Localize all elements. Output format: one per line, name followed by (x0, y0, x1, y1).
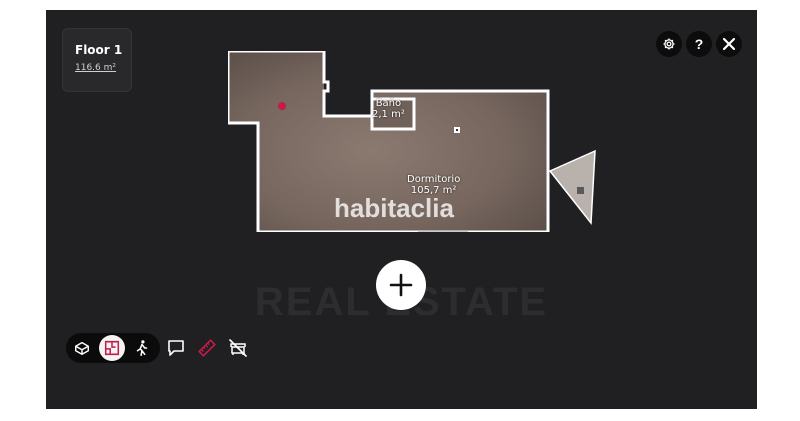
close-button[interactable] (716, 31, 742, 57)
settings-icon (663, 38, 675, 50)
room-area: 2,1 m² (372, 109, 405, 120)
floor-selector[interactable]: Floor 1 116.6 m² (62, 28, 132, 92)
measure-icon (198, 339, 216, 357)
help-icon: ? (694, 36, 704, 52)
room-label-bano: Baño 2,1 m² (372, 98, 405, 120)
plus-icon (389, 273, 413, 297)
walkthrough-view-button[interactable] (129, 335, 155, 361)
dollhouse-view-button[interactable] (69, 335, 95, 361)
hide-furniture-icon (229, 339, 247, 357)
tour-viewer[interactable]: REAL ESTATE Floor 1 116.6 m² ? Baño 2,1 … (46, 10, 757, 409)
current-position-marker[interactable] (278, 102, 286, 110)
floor-area: 116.6 m² (75, 63, 117, 73)
brand-logo: habitaclia (334, 193, 454, 223)
floorplan-view-button[interactable] (99, 335, 125, 361)
hide-furniture-button[interactable] (226, 336, 250, 360)
comment-button[interactable] (164, 336, 188, 360)
dollhouse-icon (74, 341, 90, 356)
add-button[interactable] (376, 260, 426, 310)
help-button[interactable]: ? (686, 31, 712, 57)
floorplan-icon (104, 340, 120, 356)
close-icon (722, 37, 736, 51)
floor-title: Floor 1 (75, 43, 123, 57)
measure-button[interactable] (195, 336, 219, 360)
room-name: Baño (375, 98, 402, 109)
room-name: Dormitorio (407, 174, 461, 185)
walk-icon (136, 340, 148, 356)
comment-icon (168, 340, 184, 356)
settings-button[interactable] (656, 31, 682, 57)
view-mode-switcher (66, 333, 160, 363)
